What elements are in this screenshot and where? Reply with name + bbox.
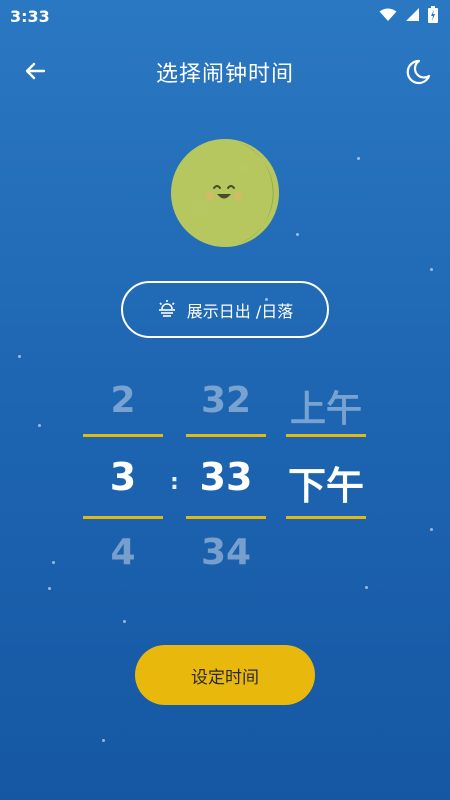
star-decoration	[296, 233, 299, 236]
star-decoration	[102, 739, 105, 742]
hour-divider-bottom	[83, 516, 163, 519]
minute-picker[interactable]: 32 33 34	[186, 380, 266, 580]
show-sunrise-sunset-button[interactable]: 展示日出 /日落	[121, 281, 329, 338]
star-decoration	[430, 528, 433, 531]
minute-prev[interactable]: 32	[186, 380, 266, 421]
status-time: 3:33	[10, 6, 50, 26]
wifi-icon	[379, 7, 397, 26]
star-decoration	[52, 561, 55, 564]
ampm-divider-top	[286, 434, 366, 437]
set-time-button[interactable]: 设定时间	[135, 645, 315, 705]
star-decoration	[430, 268, 433, 271]
star-decoration	[357, 157, 360, 160]
battery-icon	[428, 5, 438, 27]
minute-divider-top	[186, 434, 266, 437]
ampm-picker[interactable]: 上午 下午	[286, 380, 366, 580]
ampm-divider-bottom	[286, 516, 366, 519]
sunrise-icon	[157, 298, 177, 322]
signal-icon	[405, 7, 420, 26]
ampm-prev[interactable]: 上午	[286, 380, 366, 432]
hour-picker[interactable]: 2 3 4	[83, 380, 163, 580]
minute-next[interactable]: 34	[186, 532, 266, 573]
star-decoration	[38, 424, 41, 427]
hour-next[interactable]: 4	[83, 532, 163, 573]
time-separator: :	[170, 470, 179, 495]
hour-divider-top	[83, 434, 163, 437]
star-decoration	[48, 587, 51, 590]
moon-night-icon	[404, 58, 432, 90]
star-decoration	[18, 355, 21, 358]
hour-prev[interactable]: 2	[83, 380, 163, 421]
night-mode-button[interactable]	[400, 56, 436, 92]
status-icons	[379, 5, 438, 27]
moon-face-icon	[170, 138, 280, 248]
page-title: 选择闹钟时间	[155, 62, 294, 87]
app-bar: 选择闹钟时间	[0, 44, 450, 100]
minute-divider-bottom	[186, 516, 266, 519]
sunrise-sunset-label: 展示日出 /日落	[186, 301, 294, 321]
minute-selected[interactable]: 33	[186, 455, 266, 499]
hour-selected[interactable]: 3	[83, 455, 163, 499]
status-bar: 3:33	[0, 0, 450, 32]
ampm-selected[interactable]: 下午	[286, 455, 366, 510]
star-decoration	[123, 620, 126, 623]
star-decoration	[365, 586, 368, 589]
